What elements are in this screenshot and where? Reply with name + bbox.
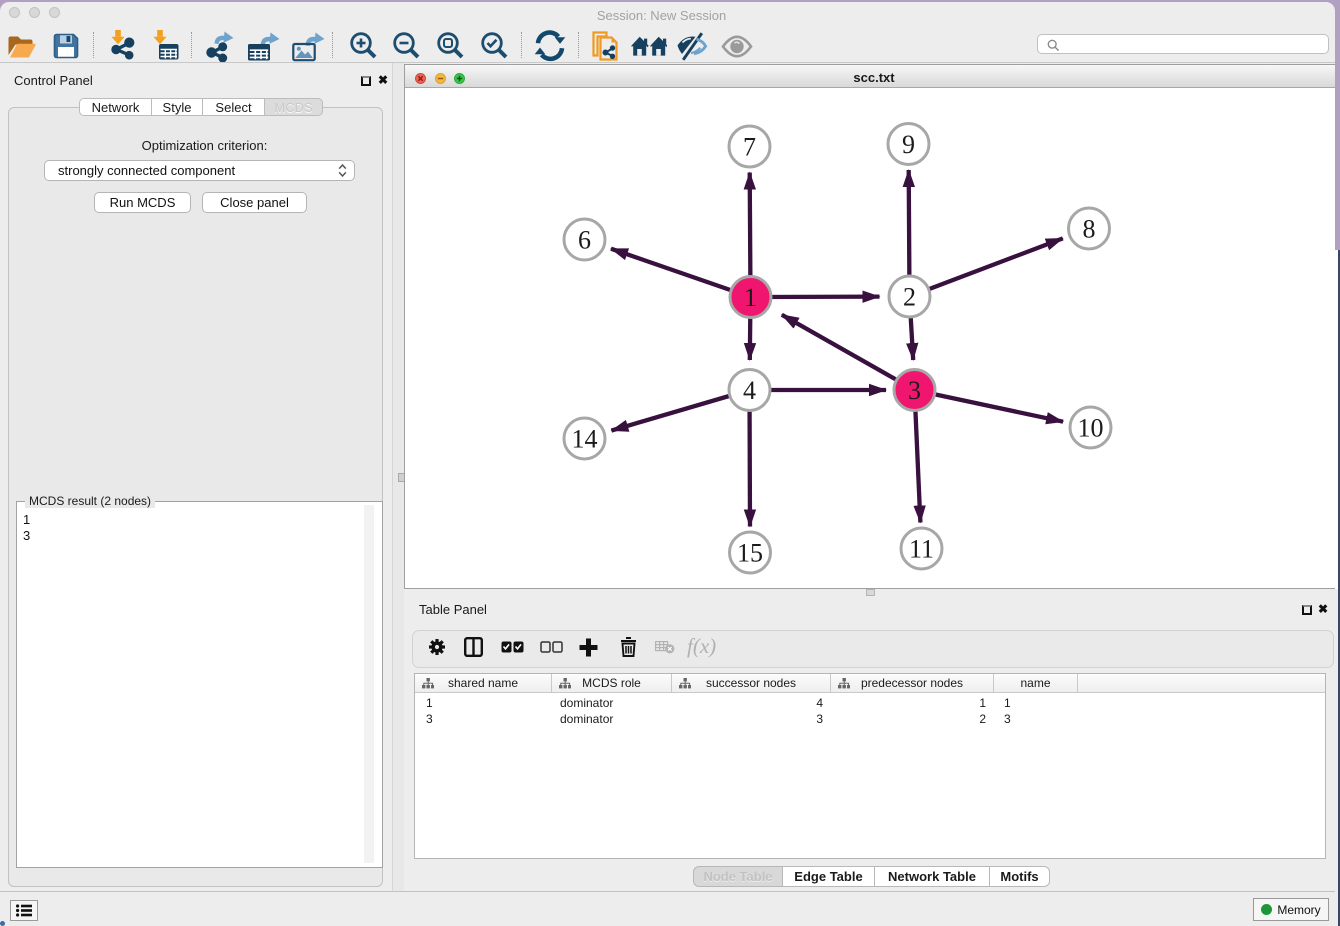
svg-text:2: 2 — [903, 283, 916, 312]
svg-text:1: 1 — [744, 283, 757, 312]
svg-text:6: 6 — [578, 226, 591, 255]
svg-text:15: 15 — [737, 539, 763, 568]
svg-text:8: 8 — [1083, 215, 1096, 244]
svg-text:4: 4 — [743, 376, 756, 405]
svg-text:3: 3 — [908, 376, 921, 405]
svg-text:14: 14 — [572, 425, 598, 454]
svg-text:10: 10 — [1078, 414, 1104, 443]
svg-text:9: 9 — [902, 130, 915, 159]
svg-text:11: 11 — [909, 535, 934, 564]
svg-text:7: 7 — [743, 133, 756, 162]
